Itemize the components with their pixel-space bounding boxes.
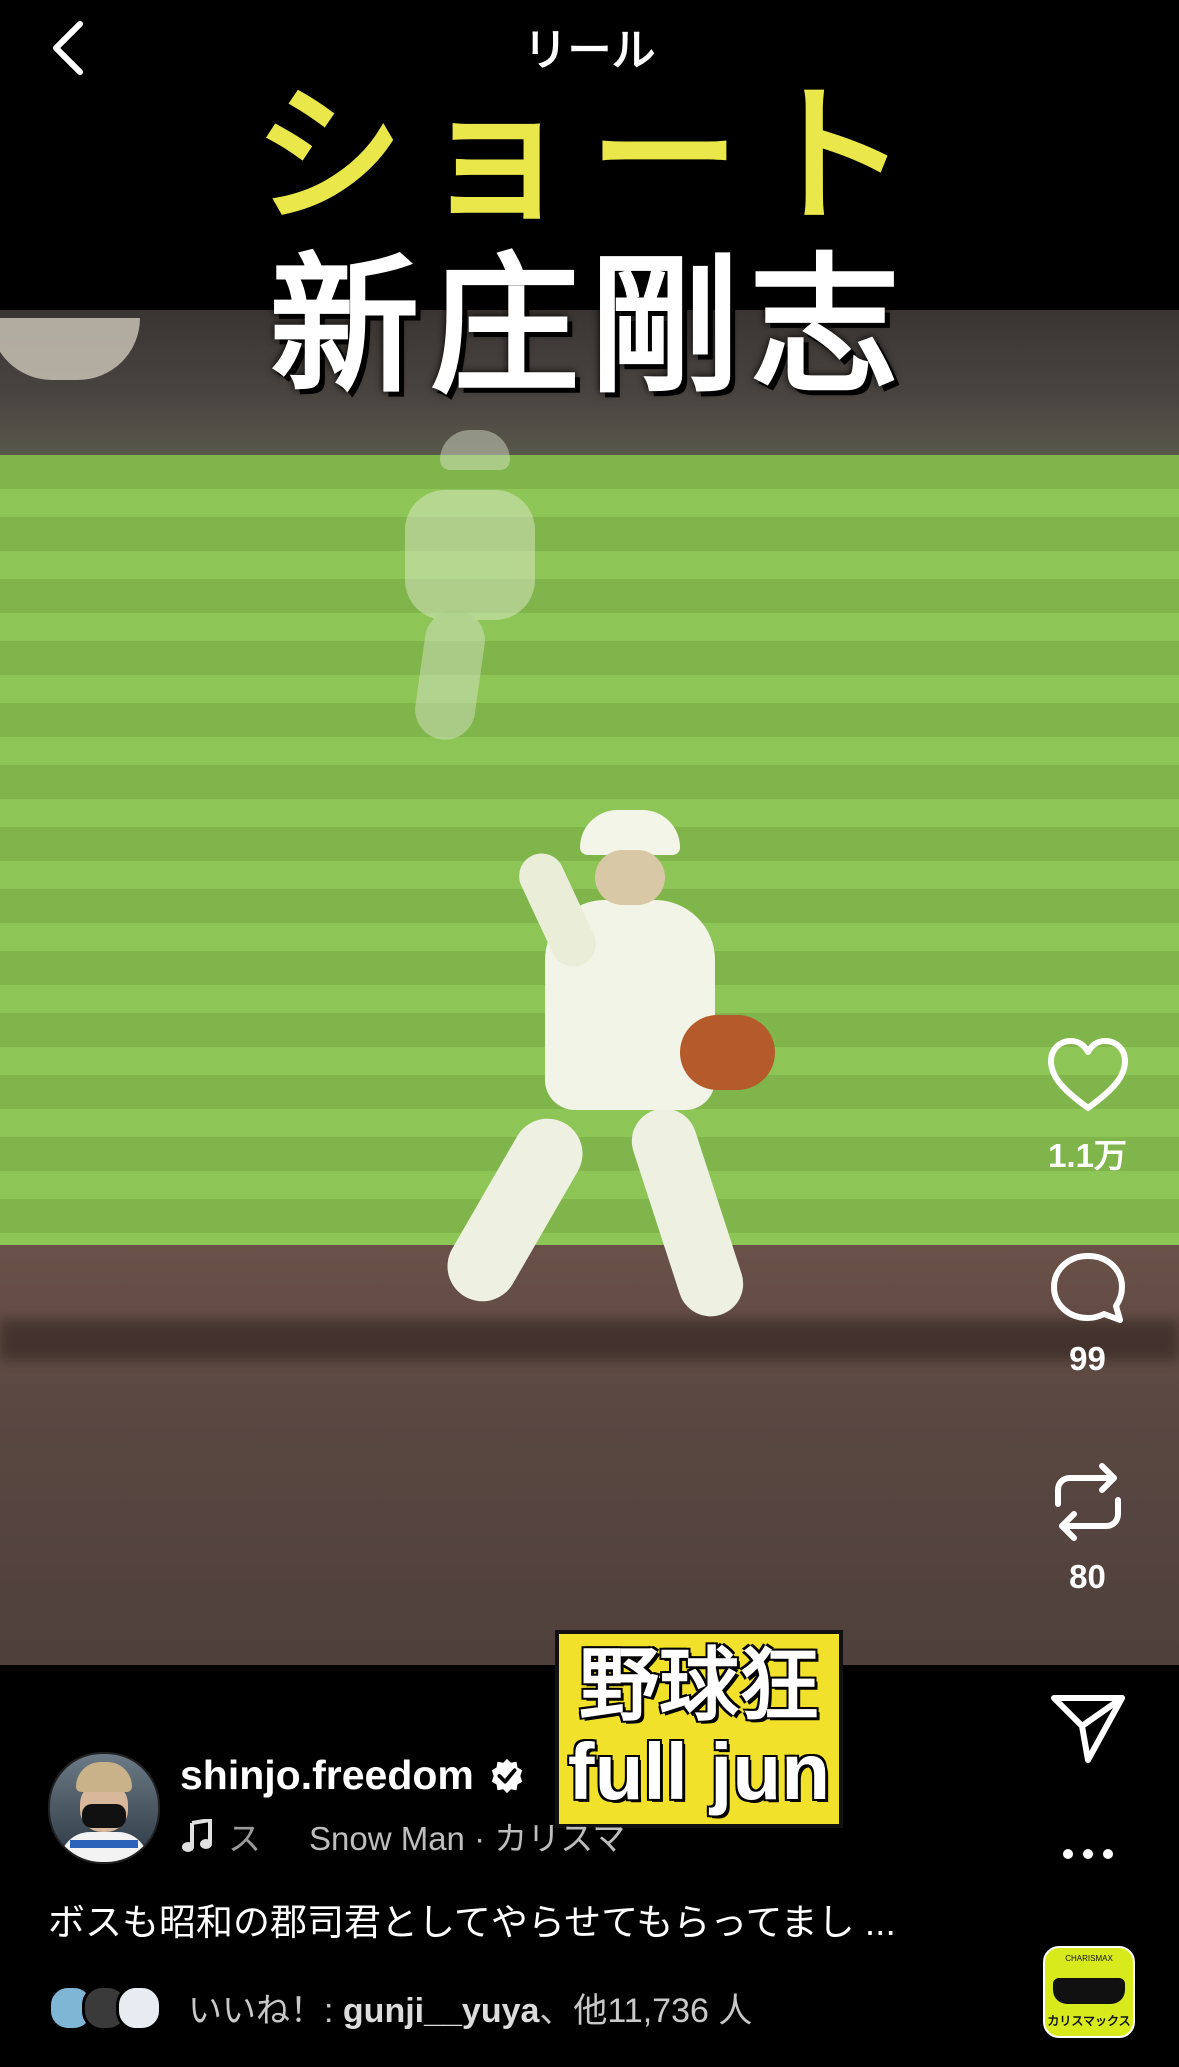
badge-line-2: full jun: [567, 1727, 831, 1816]
more-options-button[interactable]: [1030, 1842, 1145, 1866]
comment-button[interactable]: 99: [1030, 1250, 1145, 1378]
like-count: 1.1万: [1048, 1137, 1127, 1174]
liker-avatar: [116, 1984, 162, 2031]
share-button[interactable]: [1030, 1690, 1145, 1766]
likes-row[interactable]: いいね！: gunji__yuya、他11,736 人: [48, 1983, 752, 2032]
reel-video[interactable]: ショート 新庄剛志: [0, 0, 1179, 1665]
music-note-icon: [182, 1819, 212, 1852]
likes-rest: 、他11,736 人: [539, 1992, 753, 2030]
post-caption[interactable]: ボスも昭和の郡司君としてやらせてもらってまし ...: [48, 1892, 896, 1946]
comment-bubble-icon: [1050, 1253, 1125, 1323]
comment-count: 99: [1069, 1340, 1106, 1377]
background-player: [380, 430, 560, 750]
author-avatar[interactable]: [48, 1752, 160, 1864]
more-dots-icon: [1062, 1849, 1113, 1859]
likes-prefix: いいね！:: [188, 1992, 343, 2030]
author-row: shinjo.freedom: [180, 1752, 526, 1799]
sunglasses-icon: [1053, 1978, 1125, 2004]
author-username[interactable]: shinjo.freedom: [180, 1752, 474, 1799]
overlay-title-name: 新庄剛志: [269, 242, 910, 410]
shortstop-player: [434, 810, 800, 1330]
audio-track-name: Snow Man · カリスマ: [309, 1820, 626, 1857]
paper-plane-icon: [1050, 1695, 1125, 1763]
repost-icon: [1054, 1463, 1121, 1541]
heart-icon: [1047, 1038, 1128, 1111]
repost-button[interactable]: 80: [1030, 1460, 1145, 1596]
audio-track-row[interactable]: ス Snow Man · カリスマ: [182, 1812, 625, 1860]
audio-thumb-label: カリスマックス: [1047, 2014, 1131, 2028]
page-title: リール: [523, 26, 656, 75]
like-button[interactable]: 1.1万: [1030, 1035, 1145, 1177]
audio-scroll-fragment: ス: [228, 1820, 261, 1857]
audio-thumb-top-text: CHARISMAX: [1065, 1954, 1113, 1963]
repost-count: 80: [1069, 1558, 1106, 1595]
likes-user[interactable]: gunji__yuya: [343, 1992, 540, 2030]
badge-line-1: 野球狂: [579, 1641, 819, 1730]
likes-text: いいね！: gunji__yuya、他11,736 人: [188, 1983, 752, 2032]
audio-thumbnail[interactable]: CHARISMAX カリスマックス: [1043, 1946, 1135, 2038]
overlay-badge: 野球狂 full jun: [555, 1630, 843, 1828]
verified-badge-icon: [491, 1758, 523, 1793]
